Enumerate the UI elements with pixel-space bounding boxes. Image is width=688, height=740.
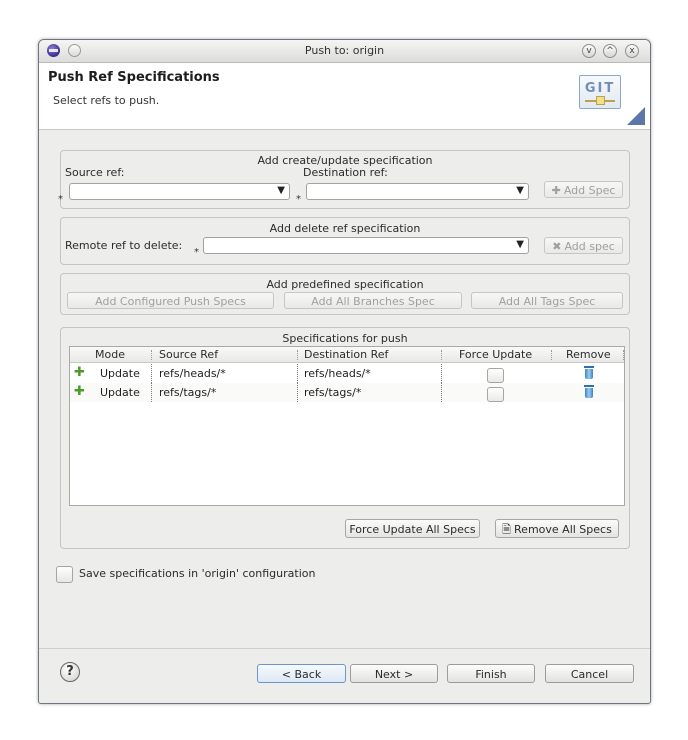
close-button[interactable]: x (625, 44, 639, 58)
remove-all-specs-label: Remove All Specs (514, 523, 612, 536)
source-ref-label: Source ref: (65, 166, 125, 179)
required-marker: * (194, 247, 199, 258)
chevron-down-icon: ▼ (516, 239, 524, 250)
column-separator[interactable] (551, 350, 553, 360)
delete-x-icon: ✖ (552, 240, 562, 253)
force-update-checkbox[interactable] (487, 368, 504, 383)
column-separator[interactable] (297, 350, 299, 360)
specifications-title: Specifications for push (282, 332, 408, 345)
cell-divider (441, 364, 443, 383)
cell-divider (441, 383, 443, 402)
row-destination-ref[interactable]: refs/tags/* (304, 386, 361, 399)
cell-divider (151, 383, 153, 402)
required-marker: * (296, 194, 301, 205)
cancel-button[interactable]: Cancel (545, 664, 634, 683)
column-destination-ref[interactable]: Destination Ref (304, 348, 388, 361)
row-mode: Update (100, 386, 140, 399)
delete-ref-title: Add delete ref specification (269, 222, 421, 235)
specifications-group: Specifications for push Mode Source Ref … (60, 327, 630, 549)
push-dialog: Push to: origin v ^ x Push Ref Specifica… (38, 39, 651, 704)
title-bar[interactable]: Push to: origin v ^ x (39, 40, 650, 63)
add-all-tags-spec-button[interactable]: Add All Tags Spec (471, 292, 623, 309)
column-remove[interactable]: Remove (566, 348, 611, 361)
page-title: Push Ref Specifications (48, 70, 220, 85)
header-corner-decoration (627, 107, 645, 125)
cell-divider (297, 383, 299, 402)
remove-all-specs-button[interactable]: 🗎 Remove All Specs (495, 519, 619, 538)
source-ref-combo[interactable]: ▼ (69, 183, 290, 200)
row-mode: Update (100, 367, 140, 380)
create-update-group: Add create/update specification Source r… (58, 150, 630, 209)
add-delete-spec-button[interactable]: ✖ Add spec (544, 237, 623, 254)
row-source-ref[interactable]: refs/heads/* (159, 367, 226, 380)
git-badge-text: GIT (584, 81, 616, 96)
next-button[interactable]: Next > (350, 664, 438, 683)
column-mode[interactable]: Mode (95, 348, 125, 361)
save-config-label[interactable]: Save specifications in 'origin' configur… (79, 567, 315, 580)
column-separator[interactable] (151, 350, 153, 360)
minimize-button[interactable]: v (582, 44, 596, 58)
add-delete-spec-label: Add spec (564, 240, 615, 253)
cell-divider (151, 364, 153, 383)
add-mode-icon: ✚ (74, 365, 85, 380)
help-icon[interactable]: ? (60, 662, 80, 682)
add-spec-button[interactable]: ✚ Add Spec (544, 181, 623, 198)
destination-ref-combo[interactable]: ▼ (306, 183, 529, 200)
table-row[interactable]: ✚ Update refs/tags/* refs/tags/* (70, 383, 624, 402)
row-destination-ref[interactable]: refs/heads/* (304, 367, 371, 380)
add-all-branches-spec-button[interactable]: Add All Branches Spec (284, 292, 462, 309)
add-icon: ✚ (551, 184, 561, 197)
chevron-down-icon: ▼ (516, 185, 524, 196)
git-badge-icon: GIT (579, 75, 621, 109)
back-button[interactable]: < Back (257, 664, 346, 683)
predefined-group: Add predefined specification Add Configu… (60, 273, 630, 315)
add-mode-icon: ✚ (74, 384, 85, 399)
force-update-all-specs-button[interactable]: Force Update All Specs (345, 519, 480, 538)
add-spec-label: Add Spec (563, 184, 616, 197)
column-force-update[interactable]: Force Update (459, 348, 532, 361)
cell-divider (297, 364, 299, 383)
page-subtitle: Select refs to push. (53, 94, 160, 107)
add-configured-push-specs-button[interactable]: Add Configured Push Specs (67, 292, 274, 309)
column-separator[interactable] (441, 350, 443, 360)
destination-ref-label: Destination ref: (303, 166, 388, 179)
footer-separator (39, 648, 650, 649)
table-row[interactable]: ✚ Update refs/heads/* refs/heads/* (70, 364, 624, 383)
wizard-header: Push Ref Specifications Select refs to p… (39, 63, 650, 130)
predefined-title: Add predefined specification (266, 278, 424, 291)
column-separator[interactable] (623, 350, 625, 360)
column-source-ref[interactable]: Source Ref (159, 348, 218, 361)
remove-all-icon: 🗎 (502, 523, 512, 536)
force-update-checkbox[interactable] (487, 387, 504, 402)
remote-ref-combo[interactable]: ▼ (203, 237, 529, 254)
table-header: Mode Source Ref Destination Ref Force Up… (70, 347, 624, 363)
trash-icon[interactable] (584, 366, 594, 379)
save-config-checkbox[interactable] (56, 566, 73, 583)
delete-ref-group: Add delete ref specification Remote ref … (60, 217, 630, 265)
specs-table: Mode Source Ref Destination Ref Force Up… (69, 346, 625, 506)
maximize-button[interactable]: ^ (603, 44, 617, 58)
row-source-ref[interactable]: refs/tags/* (159, 386, 216, 399)
trash-icon[interactable] (584, 385, 594, 398)
finish-button[interactable]: Finish (447, 664, 535, 683)
chevron-down-icon: ▼ (277, 185, 285, 196)
window-title: Push to: origin (304, 44, 385, 57)
remote-ref-label: Remote ref to delete: (65, 239, 183, 252)
required-marker: * (58, 194, 63, 205)
badge-knob (596, 96, 605, 105)
